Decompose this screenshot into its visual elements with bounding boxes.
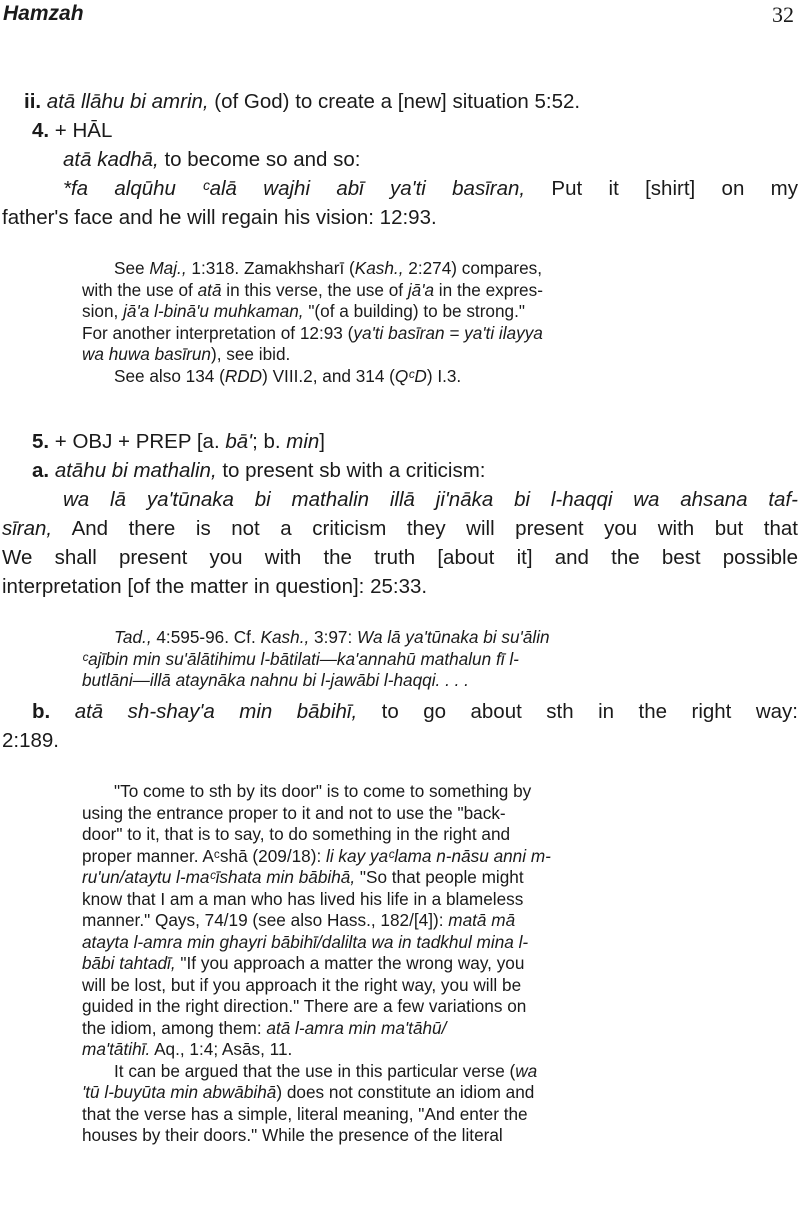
section-5-heading: 5. + OBJ + PREP [a. bā'; b. min] — [32, 430, 325, 453]
note-line: atayta l-amra min ghayri bābihī/dalilta … — [82, 931, 529, 952]
subentry-b-meaning: b. atā sh-shay'a min bābihī, to go about… — [32, 698, 798, 726]
translation: Put it [shirt] on my — [525, 177, 798, 200]
subentry-a-meaning: a. atāhu bi mathalin, to present sb with… — [32, 457, 486, 485]
arabic-phrase: atā sh-shay'a min bābihī, — [74, 700, 358, 723]
gloss: (of God) to create a [new] situation 5:5… — [208, 90, 581, 113]
note-line: houses by their doors." While the presen… — [82, 1125, 503, 1145]
quran-citation: wa lā ya'tūnaka bi mathalin illā ji'nāka… — [63, 488, 798, 511]
note-line: that the verse has a simple, literal mea… — [82, 1103, 528, 1124]
note-line: For another interpretation of 12:93 (ya'… — [82, 322, 543, 343]
section-4-heading: 4. + HĀL — [32, 117, 112, 145]
note-line: butlāni—illā ataynāka nahnu bi l-jawābi … — [82, 670, 469, 690]
translation: We shall present you with the truth [abo… — [2, 546, 798, 569]
subentry-letter: a. — [32, 459, 50, 482]
note-line: Tad., 4:595-96. Cf. Kash., 3:97: Wa lā y… — [114, 627, 550, 647]
note-block-1: See Maj., 1:318. Zamakhsharī (Kash., 2:2… — [82, 258, 722, 387]
subentry-b-reference: 2:189. — [2, 727, 59, 755]
note-line: manner." Qays, 74/19 (see also Hass., 18… — [82, 910, 516, 930]
quran-citation: *fa alqūhu ᶜalā wajhi abī ya'ti basīran, — [63, 177, 526, 200]
note-block-3: "To come to sth by its door" is to come … — [82, 781, 722, 1147]
subentry-number: ii. — [24, 90, 42, 113]
note-line: ru'un/ataytu l-maᶜīshata min bābihā, "So… — [82, 867, 524, 887]
section-4-example-line-2: father's face and he will regain his vis… — [2, 204, 437, 232]
translation: And there is not a criticism they will p… — [52, 517, 798, 540]
subentry-a-example-line-2: sīran, And there is not a criticism they… — [2, 515, 798, 543]
note-line: See also 134 (RDD) VIII.2, and 314 (QᶜD)… — [114, 365, 462, 386]
verse-reference: 2:189. — [2, 729, 59, 752]
note-line: know that I am a man who has lived his l… — [82, 888, 524, 909]
note-line: the idiom, among them: atā l-amra min ma… — [82, 1017, 447, 1038]
section-number: 4. — [32, 119, 50, 142]
arabic-phrase: atā llāhu bi amrin, — [46, 90, 209, 113]
gloss: to go about sth in the right way: — [357, 700, 799, 723]
note-line: 'tū l-buyūta min abwābihā) does not cons… — [82, 1082, 535, 1102]
note-line: See Maj., 1:318. Zamakhsharī (Kash., 2:2… — [114, 258, 543, 278]
gloss: to present sb with a criticism: — [216, 459, 486, 482]
subentry-letter: b. — [32, 700, 51, 723]
section-pattern: + HĀL — [49, 119, 113, 142]
note-block-2: Tad., 4:595-96. Cf. Kash., 3:97: Wa lā y… — [82, 627, 722, 692]
note-line: sion, jā'a l-binā'u muhkaman, "(of a bui… — [82, 301, 525, 321]
note-line: using the entrance proper to it and not … — [82, 802, 506, 823]
running-title: Hamzah — [3, 2, 84, 25]
subentry-a-example-line-4: interpretation [of the matter in questio… — [2, 573, 427, 601]
section-4-example-line-1: *fa alqūhu ᶜalā wajhi abī ya'ti basīran,… — [63, 175, 798, 203]
section-number: 5. — [32, 430, 50, 453]
translation: father's face and he will regain his vis… — [2, 206, 437, 229]
note-line: ma'tātihī. Aq., 1:4; Asās, 11. — [82, 1039, 293, 1059]
arabic-phrase: atāhu bi mathalin, — [54, 459, 217, 482]
note-line: guided in the right direction." There ar… — [82, 996, 527, 1016]
gloss: to become so and so: — [158, 148, 361, 171]
subentry-ii: ii. atā llāhu bi amrin, (of God) to crea… — [24, 88, 580, 116]
note-line: with the use of atā in this verse, the u… — [82, 279, 543, 300]
quran-citation: sīran, — [2, 517, 53, 540]
running-header: Hamzah 32 — [3, 2, 794, 32]
page-number: 32 — [772, 2, 794, 27]
subentry-a-example-line-3: We shall present you with the truth [abo… — [2, 544, 798, 572]
note-line: It can be argued that the use in this pa… — [114, 1060, 538, 1081]
note-line: ᶜajībin min su'ālātihimu l-bātilati—ka'a… — [82, 648, 519, 669]
note-line: wa huwa basīrun), see ibid. — [82, 344, 291, 364]
translation: interpretation [of the matter in questio… — [2, 575, 428, 598]
note-line: "To come to sth by its door" is to come … — [114, 781, 532, 801]
subentry-a-example-line-1: wa lā ya'tūnaka bi mathalin illā ji'nāka… — [63, 486, 798, 514]
note-line: proper manner. Aᶜshā (209/18): li kay ya… — [82, 845, 551, 866]
section-4-meaning: atā kadhā, to become so and so: — [63, 146, 360, 174]
note-line: will be lost, but if you approach it the… — [82, 974, 522, 995]
note-line: bābi tahtadī, "If you approach a matter … — [82, 953, 525, 973]
arabic-phrase: atā kadhā, — [63, 148, 159, 171]
note-line: door" to it, that is to say, to do somet… — [82, 824, 511, 844]
